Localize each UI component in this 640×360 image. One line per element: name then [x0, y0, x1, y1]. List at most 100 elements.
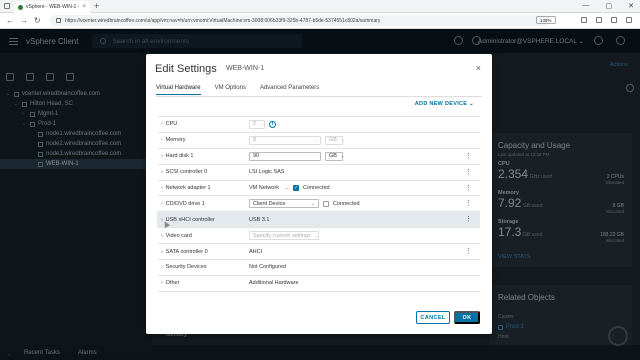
- ok-button[interactable]: OK: [454, 311, 480, 324]
- chevron-right-icon: ›: [161, 280, 163, 287]
- cddvd-value: Client Device: [253, 200, 286, 207]
- network-connected-checkbox[interactable]: ✓: [293, 185, 299, 191]
- network-connected-label: Connected: [303, 185, 330, 191]
- tab-close-icon[interactable]: ×: [82, 4, 86, 10]
- chevron-down-icon: ⌄: [314, 232, 319, 238]
- workspaces-icon[interactable]: [4, 3, 10, 9]
- hw-row-memory: › Memory 8 ⌄ GB ⌄: [157, 133, 480, 149]
- kebab-menu-icon[interactable]: ⋮: [465, 169, 472, 176]
- browser-tab[interactable]: vSphere - WEB-WIN-1 - Summ... ×: [14, 1, 90, 13]
- video-expander[interactable]: › Video card: [161, 233, 192, 239]
- url-text: https://vcenter.wiredbraincoffee.com/ui/…: [65, 17, 381, 24]
- cpu-count-select[interactable]: 2 ⌄: [249, 119, 265, 129]
- close-window-button[interactable]: ✕: [628, 2, 634, 10]
- zoom-indicator[interactable]: 135%: [536, 16, 556, 24]
- forward-button[interactable]: →: [20, 16, 28, 26]
- memory-size-input[interactable]: 8 ⌄: [249, 135, 321, 145]
- hw-row-security: › Security Devices Not Configured: [157, 260, 480, 276]
- cddvd-label: CD/DVD drive 1: [165, 200, 205, 207]
- cddvd-connected-checkbox[interactable]: [323, 200, 329, 207]
- usb-label: USB xHCI controller: [165, 216, 215, 223]
- hard-disk-size-input[interactable]: 90: [249, 151, 321, 161]
- sata-value: AHCI: [249, 248, 263, 255]
- favorites-icon[interactable]: [581, 17, 587, 23]
- sata-label: SATA controller 0: [165, 248, 208, 255]
- reload-button[interactable]: ↻: [34, 16, 41, 26]
- kebab-menu-icon[interactable]: ⋮: [465, 200, 472, 207]
- cddvd-expander[interactable]: › CD/DVD drive 1: [161, 201, 205, 207]
- network-expander[interactable]: › Network adapter 1: [161, 185, 211, 191]
- url-field[interactable]: https://vcenter.wiredbraincoffee.com/ui/…: [50, 15, 550, 26]
- kebab-menu-icon[interactable]: ⋮: [465, 185, 472, 192]
- menu-icon[interactable]: [626, 17, 632, 23]
- security-label: Security Devices: [165, 264, 207, 271]
- dialog-tabs: Virtual Hardware VM Options Advanced Par…: [156, 85, 319, 95]
- address-bar: ← → ↻ https://vcenter.wiredbraincoffee.c…: [0, 13, 640, 29]
- chevron-down-icon: ⌄: [285, 185, 289, 190]
- scsi-expander[interactable]: › SCSI controller 0: [161, 169, 207, 175]
- kebab-menu-icon[interactable]: ⋮: [465, 216, 472, 223]
- dialog-vm-name: WEB-WIN-1: [226, 65, 265, 72]
- hw-row-cpu: › CPU 2 ⌄ i: [157, 117, 480, 133]
- minimize-button[interactable]: —: [583, 2, 590, 10]
- other-expander[interactable]: › Other: [161, 280, 179, 286]
- hw-row-usb: › USB xHCI controller USB 3.1 ⋮: [157, 212, 480, 229]
- memory-label: Memory: [165, 137, 186, 144]
- close-icon[interactable]: ×: [476, 63, 481, 73]
- cddvd-select[interactable]: Client Device ⌄: [249, 199, 319, 209]
- chevron-down-icon: ⌄: [260, 121, 264, 127]
- video-value: Specify custom settings: [253, 232, 311, 239]
- tab-vm-options[interactable]: VM Options: [215, 85, 246, 95]
- window-controls: — ▢ ✕: [583, 2, 635, 10]
- cpu-label: CPU: [165, 121, 178, 128]
- security-expander[interactable]: › Security Devices: [161, 264, 207, 270]
- kebab-menu-icon[interactable]: ⋮: [465, 153, 472, 160]
- other-value: Additional Hardware: [249, 280, 299, 287]
- collections-icon[interactable]: [596, 17, 602, 23]
- new-tab-button[interactable]: +: [94, 1, 99, 12]
- video-label: Video card: [165, 232, 192, 239]
- kebab-menu-icon[interactable]: ⋮: [465, 248, 472, 255]
- cddvd-connected-label: Connected: [333, 200, 360, 207]
- tab-advanced-parameters[interactable]: Advanced Parameters: [260, 85, 319, 95]
- maximize-button[interactable]: ▢: [606, 2, 613, 10]
- video-settings-select[interactable]: Specify custom settings ⌄: [249, 231, 319, 241]
- cancel-button[interactable]: CANCEL: [416, 311, 450, 324]
- chevron-right-icon: ›: [161, 248, 163, 255]
- memory-expander[interactable]: › Memory: [161, 137, 186, 143]
- hard-disk-unit-select[interactable]: GB ⌄: [325, 151, 345, 161]
- hw-row-sata: › SATA controller 0 AHCI ⋮: [157, 244, 480, 261]
- usb-expander[interactable]: › USB xHCI controller: [161, 217, 215, 223]
- memory-size-value: 8: [253, 137, 257, 144]
- hard-disk-unit-value: GB: [329, 153, 337, 160]
- cpu-expander[interactable]: › CPU: [161, 121, 177, 127]
- chevron-right-icon: ›: [161, 232, 163, 239]
- security-value: Not Configured: [249, 264, 286, 271]
- hard-disk-label: Hard disk 1: [165, 153, 194, 160]
- memory-unit-select[interactable]: GB ⌄: [325, 135, 345, 145]
- chevron-right-icon: ›: [161, 200, 163, 207]
- info-icon[interactable]: i: [269, 120, 276, 128]
- other-label: Other: [165, 280, 180, 287]
- hard-disk-size-value: 90: [253, 153, 260, 160]
- tab-virtual-hardware[interactable]: Virtual Hardware: [156, 85, 201, 95]
- chevron-right-icon: ›: [161, 169, 163, 176]
- memory-unit-value: GB: [329, 137, 337, 144]
- tab-title: vSphere - WEB-WIN-1 - Summ...: [26, 4, 80, 10]
- lock-icon: [56, 18, 61, 23]
- usb-value: USB 3.1: [249, 216, 270, 223]
- hw-row-network: › Network adapter 1 VM Network ⌄ ✓ Connect…: [157, 181, 480, 197]
- sata-expander[interactable]: › SATA controller 0: [161, 249, 208, 255]
- chevron-down-icon: ⌄: [311, 200, 315, 206]
- tabs-divider: [156, 96, 482, 97]
- hw-row-scsi: › SCSI controller 0 LSI Logic SAS ⋮: [157, 165, 480, 181]
- profile-icon[interactable]: [611, 17, 617, 23]
- chevron-down-icon: ⌄: [340, 137, 345, 143]
- vsphere-favicon-icon: [18, 4, 23, 10]
- hw-row-other: › Other Additional Hardware: [157, 276, 480, 292]
- hard-disk-expander[interactable]: › Hard disk 1: [161, 153, 194, 159]
- back-button[interactable]: ←: [6, 16, 14, 26]
- virtual-hardware-list: › CPU 2 ⌄ i › Memory 8 ⌄ GB ⌄ › Hard disk 1 90…: [157, 116, 480, 292]
- add-new-device-button[interactable]: ADD NEW DEVICE ⌄: [415, 101, 474, 107]
- network-select[interactable]: VM Network ⌄: [249, 183, 289, 193]
